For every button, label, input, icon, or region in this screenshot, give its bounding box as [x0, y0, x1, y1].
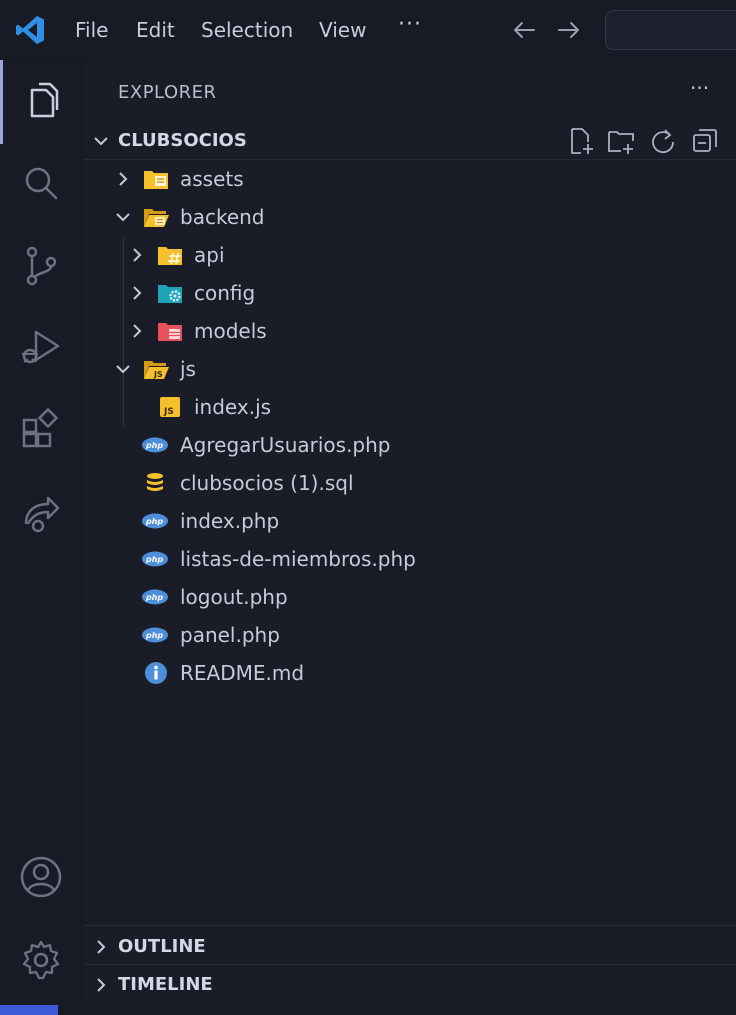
tree-label: js: [180, 357, 196, 381]
title-bar: File Edit Selection View ···: [0, 0, 736, 60]
tree-label: models: [194, 319, 267, 343]
config-folder-icon: [158, 285, 182, 303]
tree-label: AgregarUsuarios.php: [180, 433, 391, 457]
svg-text:JS: JS: [163, 407, 174, 417]
tree-item-listas[interactable]: php listas-de-miembros.php: [84, 540, 736, 578]
chevron-right-icon: [133, 286, 142, 300]
models-folder-icon: [158, 323, 182, 341]
chevron-down-icon: [116, 213, 130, 222]
tree-item-sql[interactable]: clubsocios (1).sql: [84, 464, 736, 502]
tree-item-models[interactable]: models: [84, 312, 736, 350]
tree-item-index-js[interactable]: JS index.js: [84, 388, 736, 426]
explorer-sidebar: EXPLORER ··· CLUBSOCIOS assets backend a…: [84, 60, 736, 1005]
tree-label: clubsocios (1).sql: [180, 471, 354, 495]
tree-item-panel[interactable]: php panel.php: [84, 616, 736, 654]
tree-label: config: [194, 281, 256, 305]
tree-item-assets[interactable]: assets: [84, 160, 736, 198]
section-divider: [84, 964, 736, 965]
svg-text:php: php: [145, 441, 163, 450]
chevron-right-icon: [97, 940, 106, 954]
chevron-right-icon: [133, 324, 142, 338]
chevron-right-icon: [133, 248, 142, 262]
account-icon[interactable]: [18, 854, 64, 900]
svg-text:php: php: [145, 593, 163, 602]
forward-arrow-icon[interactable]: [555, 16, 583, 44]
section-divider: [84, 925, 736, 926]
new-file-icon[interactable]: [566, 126, 596, 156]
live-share-icon[interactable]: [18, 490, 64, 536]
backend-folder-open-icon: [144, 209, 169, 227]
timeline-title: TIMELINE: [118, 974, 213, 995]
outline-section[interactable]: OUTLINE: [84, 928, 736, 966]
tree-label: assets: [180, 167, 244, 191]
tree-item-config[interactable]: config: [84, 274, 736, 312]
run-debug-icon[interactable]: [18, 324, 64, 370]
tree-label: index.js: [194, 395, 272, 419]
command-center-search[interactable]: [605, 10, 736, 50]
tree-item-backend[interactable]: backend: [84, 198, 736, 236]
tree-item-index-php[interactable]: php index.php: [84, 502, 736, 540]
chevron-down-icon: [116, 365, 130, 374]
chevron-right-icon: [119, 172, 128, 186]
tree-item-api[interactable]: api: [84, 236, 736, 274]
search-icon[interactable]: [18, 160, 64, 206]
menu-file[interactable]: File: [75, 18, 108, 42]
php-file-icon: php: [142, 513, 168, 529]
explorer-more-button[interactable]: ···: [690, 76, 709, 100]
tree-label: backend: [180, 205, 265, 229]
chevron-down-icon: [94, 137, 108, 146]
tree-label: index.php: [180, 509, 280, 533]
workspace-folder-header[interactable]: CLUBSOCIOS: [84, 122, 736, 160]
menu-selection[interactable]: Selection: [201, 18, 293, 42]
menu-edit[interactable]: Edit: [136, 18, 175, 42]
menu-more-button[interactable]: ···: [398, 12, 422, 37]
tree-item-agregar-usuarios[interactable]: php AgregarUsuarios.php: [84, 426, 736, 464]
svg-text:php: php: [145, 517, 163, 526]
svg-text:php: php: [145, 555, 163, 564]
timeline-section[interactable]: TIMELINE: [84, 966, 736, 1004]
database-file-icon: [147, 473, 163, 491]
php-file-icon: php: [142, 589, 168, 605]
back-arrow-icon[interactable]: [510, 16, 538, 44]
files-icon[interactable]: [18, 78, 64, 124]
api-folder-icon: [158, 247, 182, 265]
tree-label: logout.php: [180, 585, 288, 609]
extensions-icon[interactable]: [18, 406, 64, 452]
svg-text:php: php: [145, 631, 163, 640]
collapse-all-icon[interactable]: [690, 126, 720, 156]
chevron-right-icon: [97, 978, 106, 992]
php-file-icon: php: [142, 551, 168, 567]
info-file-icon: [145, 662, 167, 684]
vscode-logo-icon: [16, 16, 44, 44]
remote-indicator-button[interactable]: [0, 1005, 58, 1015]
refresh-icon[interactable]: [648, 126, 678, 156]
source-control-icon[interactable]: [18, 242, 64, 288]
activity-bar: [0, 60, 84, 1005]
tree-item-js[interactable]: JS js: [84, 350, 736, 388]
php-file-icon: php: [142, 627, 168, 643]
outline-title: OUTLINE: [118, 936, 206, 957]
tree-label: panel.php: [180, 623, 280, 647]
active-indicator: [0, 60, 3, 144]
tree-item-logout[interactable]: php logout.php: [84, 578, 736, 616]
assets-folder-icon: [144, 171, 168, 189]
tree-label: api: [194, 243, 225, 267]
status-bar: [0, 1005, 736, 1015]
explorer-title: EXPLORER: [118, 82, 217, 103]
tree-label: listas-de-miembros.php: [180, 547, 416, 571]
settings-gear-icon[interactable]: [18, 937, 64, 983]
menu-view[interactable]: View: [319, 18, 366, 42]
php-file-icon: php: [142, 437, 168, 453]
js-folder-open-icon: JS: [144, 361, 169, 379]
svg-text:JS: JS: [153, 370, 163, 379]
new-folder-icon[interactable]: [606, 126, 636, 156]
javascript-file-icon: JS: [160, 397, 180, 417]
tree-label: README.md: [180, 661, 305, 685]
workspace-folder-name: CLUBSOCIOS: [118, 130, 247, 151]
tree-item-readme[interactable]: README.md: [84, 654, 736, 692]
